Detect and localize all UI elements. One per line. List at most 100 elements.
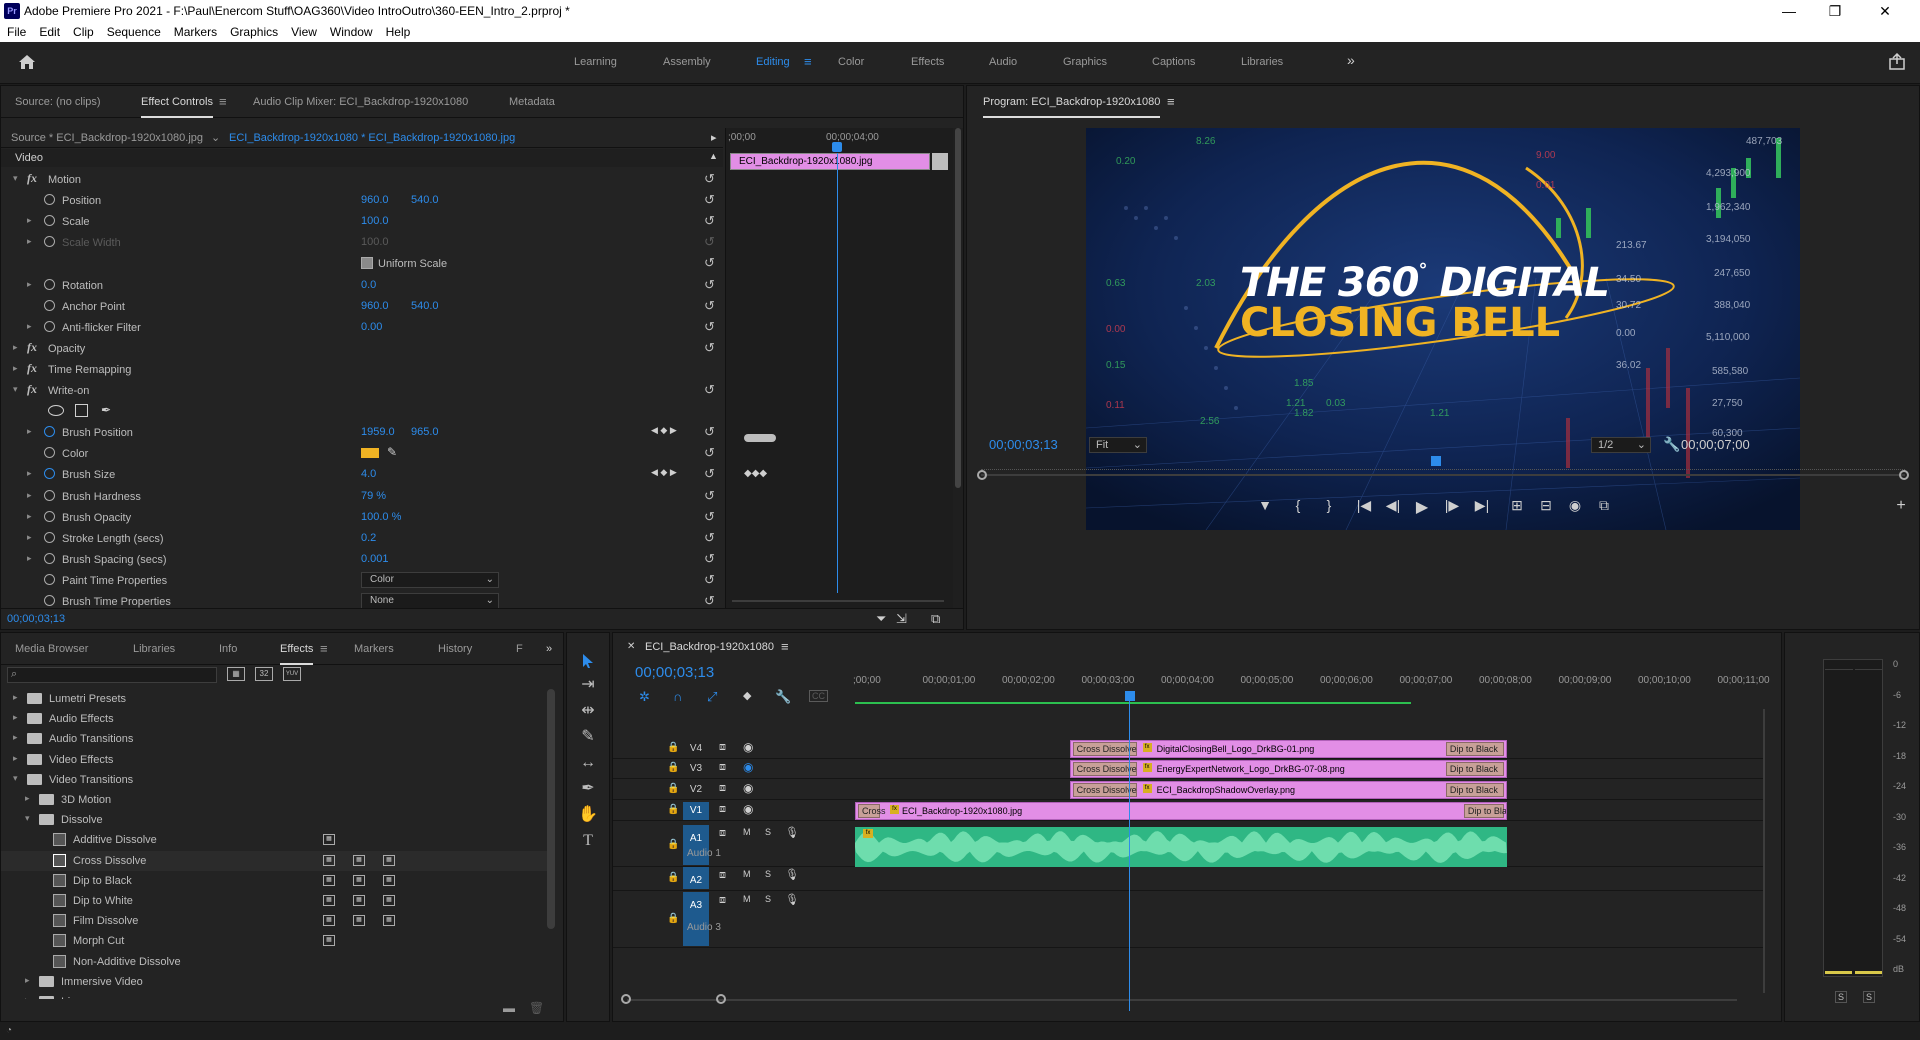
track-target-v1[interactable]: V1 [683,802,709,820]
workspace-more-icon[interactable]: » [1347,52,1355,68]
rectangle-mask-icon[interactable] [75,404,88,418]
lock-icon[interactable]: 🔒 [667,762,679,773]
sequence-clip-label[interactable]: ECI_Backdrop-1920x1080 * ECI_Backdrop-19… [229,132,515,144]
work-area-bar[interactable] [855,702,1411,704]
audio-clip[interactable]: fx [855,827,1507,867]
tab-libraries[interactable]: Libraries [133,643,175,655]
ec-clip-end-handle[interactable] [932,153,948,170]
lift-icon[interactable]: ⊞ [1504,497,1530,514]
lock-icon[interactable]: 🔒 [667,783,679,794]
reset-icon[interactable]: ↺ [704,340,715,356]
property-value-x[interactable]: 4.0 [361,468,376,480]
effects-tree-item[interactable]: ▸ Audio Transitions [1,729,551,749]
microphone-icon[interactable]: 🎙 [785,868,799,881]
property-value-x[interactable]: 960.0 [361,300,389,312]
reset-icon[interactable]: ↺ [704,424,715,440]
timeline-current-time[interactable]: 00;00;03;13 [635,664,714,681]
transition-out[interactable]: Dip to Black [1445,783,1504,797]
hand-tool-icon[interactable]: ✋ [576,803,600,827]
twirl-arrow-icon[interactable]: ▸ [27,553,32,564]
twirl-arrow-icon[interactable]: ▸ [27,279,32,290]
expand-arrow-icon[interactable]: ▸ [711,131,717,144]
effects-tree-item[interactable]: ▾ Dissolve [1,810,551,830]
lock-icon[interactable]: 🔒 [667,872,679,883]
workspace-menu-icon[interactable]: ≡ [804,54,812,69]
time-ruler[interactable]: ;00;00 00;00;01;00 00;00;02;00 00;00;03;00 0… [853,669,1803,699]
stopwatch-icon[interactable] [44,447,55,459]
restore-button[interactable]: ❐ [1812,2,1858,20]
workspace-editing[interactable]: Editing [756,56,790,68]
reset-icon[interactable]: ↺ [704,593,715,609]
stopwatch-icon[interactable] [44,299,55,311]
pen-mask-icon[interactable]: ✒ [101,403,111,417]
reset-icon[interactable]: ↺ [704,298,715,314]
lock-icon[interactable]: 🔒 [667,839,679,850]
fx-icon[interactable]: fx [27,361,37,376]
menu-graphics[interactable]: Graphics [223,22,284,39]
effects-tree-item[interactable]: Cross Dissolve ▦ ▦ ▦ [1,850,551,871]
fx-icon[interactable]: fx [27,171,37,186]
property-value-y[interactable]: 965.0 [411,426,439,438]
video-clip[interactable]: Cross Dissolve fx ECI_BackdropShadowOverla… [1069,781,1507,799]
program-menu-icon[interactable]: ≡ [1167,94,1175,109]
minimize-button[interactable]: — [1766,2,1812,20]
twirl-arrow-icon[interactable]: ▸ [27,468,32,479]
sync-lock-icon[interactable]: ⧈ [719,741,726,754]
delete-icon[interactable]: 🗑 [529,1001,544,1015]
sequence-menu-icon[interactable]: ≡ [781,639,789,654]
track-target-a1[interactable]: A1 [683,825,709,865]
stopwatch-icon[interactable] [44,573,55,585]
menu-view[interactable]: View [284,22,323,39]
twirl-arrow-icon[interactable]: ▸ [13,363,18,374]
reset-icon[interactable]: ↺ [704,319,715,335]
program-current-time[interactable]: 00;00;03;13 [989,437,1058,452]
reset-icon[interactable]: ↺ [704,213,715,229]
tab-effect-controls[interactable]: Effect Controls [141,96,213,118]
linked-selection-icon[interactable]: ∩ [673,689,682,704]
menu-help[interactable]: Help [379,22,417,39]
sync-lock-icon[interactable]: ⧈ [719,761,726,774]
mark-in-icon[interactable]: { [1285,497,1311,513]
accelerated-effects-icon[interactable]: ▦ [227,667,245,681]
keyframe-nav-icon[interactable]: ◀ ◆ ▶ [651,467,677,478]
transition-out[interactable]: Dip to Black [1445,742,1504,756]
sync-lock-icon[interactable]: ⧈ [719,827,726,840]
workspace-effects[interactable]: Effects [911,56,944,68]
resolution-dropdown[interactable]: 1/2 ⌄ [1591,437,1651,453]
stopwatch-icon[interactable] [44,595,55,606]
chevron-down-icon[interactable]: ⌄ [211,131,220,144]
property-value-x[interactable]: 0.00 [361,321,382,333]
effects-tree-item[interactable]: Film Dissolve ▦ ▦ ▦ [1,911,551,931]
source-clip-label[interactable]: Source * ECI_Backdrop-1920x1080.jpg [11,132,203,144]
ec-zoom-bar[interactable] [732,600,944,602]
lock-icon[interactable]: 🔒 [667,804,679,815]
timeline-vertical-scrollbar[interactable] [1763,709,1765,993]
menu-window[interactable]: Window [323,22,379,39]
twirl-arrow-icon[interactable]: ▸ [13,342,18,353]
property-value-x[interactable]: 960.0 [361,194,389,206]
property-value-x[interactable]: 0.001 [361,553,389,565]
step-back-icon[interactable]: ◀| [1380,497,1406,514]
property-value-x[interactable]: 100.0 [361,236,389,248]
share-icon[interactable] [1888,53,1906,71]
effects-tree-item[interactable]: Additive Dissolve ▦ [1,830,551,850]
effects-tree-item[interactable]: Morph Cut ▦ [1,931,551,951]
solo-button[interactable]: S [765,827,771,837]
transition-in[interactable]: Cross [858,804,886,818]
property-value-x[interactable]: 79 % [361,490,386,502]
type-tool-icon[interactable]: T [576,829,600,853]
twirl-arrow-icon[interactable]: ▾ [13,173,18,184]
menu-file[interactable]: File [0,22,32,39]
stopwatch-icon[interactable] [44,215,55,227]
keyframe-range[interactable] [744,434,776,442]
workspace-captions[interactable]: Captions [1152,56,1195,68]
reset-icon[interactable]: ↺ [704,488,715,504]
property-dropdown[interactable]: Color ⌄ [361,571,499,588]
effects-tree-item[interactable]: Non-Additive Dissolve [1,952,551,972]
twirl-arrow-icon[interactable]: ▸ [27,236,32,247]
tab-effects[interactable]: Effects [280,643,314,665]
close-button[interactable]: ✕ [1862,2,1908,20]
extract-icon[interactable]: ⊟ [1533,497,1559,514]
effects-tree-item[interactable]: ▸ Lumetri Presets [1,689,551,709]
collapse-arrow-icon[interactable]: ▲ [709,151,718,161]
